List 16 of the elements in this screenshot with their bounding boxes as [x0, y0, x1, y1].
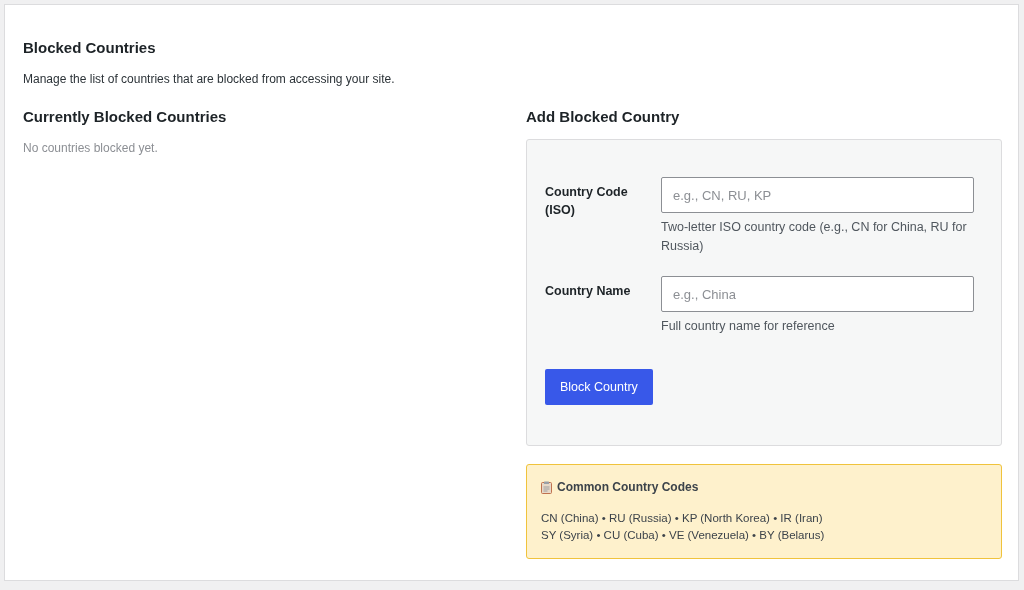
- page-description: Manage the list of countries that are blocked from accessing your site.: [23, 72, 396, 86]
- text-field[interactable]: e.g., CN, RU, KP: [661, 177, 974, 213]
- clipboard-icon: [541, 480, 552, 494]
- help-text: Two-letter ISO country code (e.g., CN for China, RU for Russia): [661, 219, 968, 255]
- empty-message: No countries blocked yet.: [23, 141, 159, 155]
- field-label: Country Name: [545, 283, 632, 300]
- page-title: Blocked Countries: [23, 39, 157, 56]
- info-heading: Common Country Codes: [557, 480, 699, 494]
- section-heading: Add Blocked Country: [526, 108, 681, 125]
- help-text: Full country name for reference: [661, 318, 836, 335]
- block-country-button[interactable]: Block Country: [545, 369, 653, 405]
- field-label: Country Code (ISO): [545, 184, 629, 219]
- section-heading: Currently Blocked Countries: [23, 108, 228, 125]
- country-code-list: CN (China) • RU (Russia) • KP (North Korea) • IR (Iran): [541, 510, 987, 527]
- text-field[interactable]: e.g., China: [661, 276, 974, 312]
- country-code-list: SY (Syria) • CU (Cuba) • VE (Venezuela) • BY (Belarus): [541, 527, 987, 544]
